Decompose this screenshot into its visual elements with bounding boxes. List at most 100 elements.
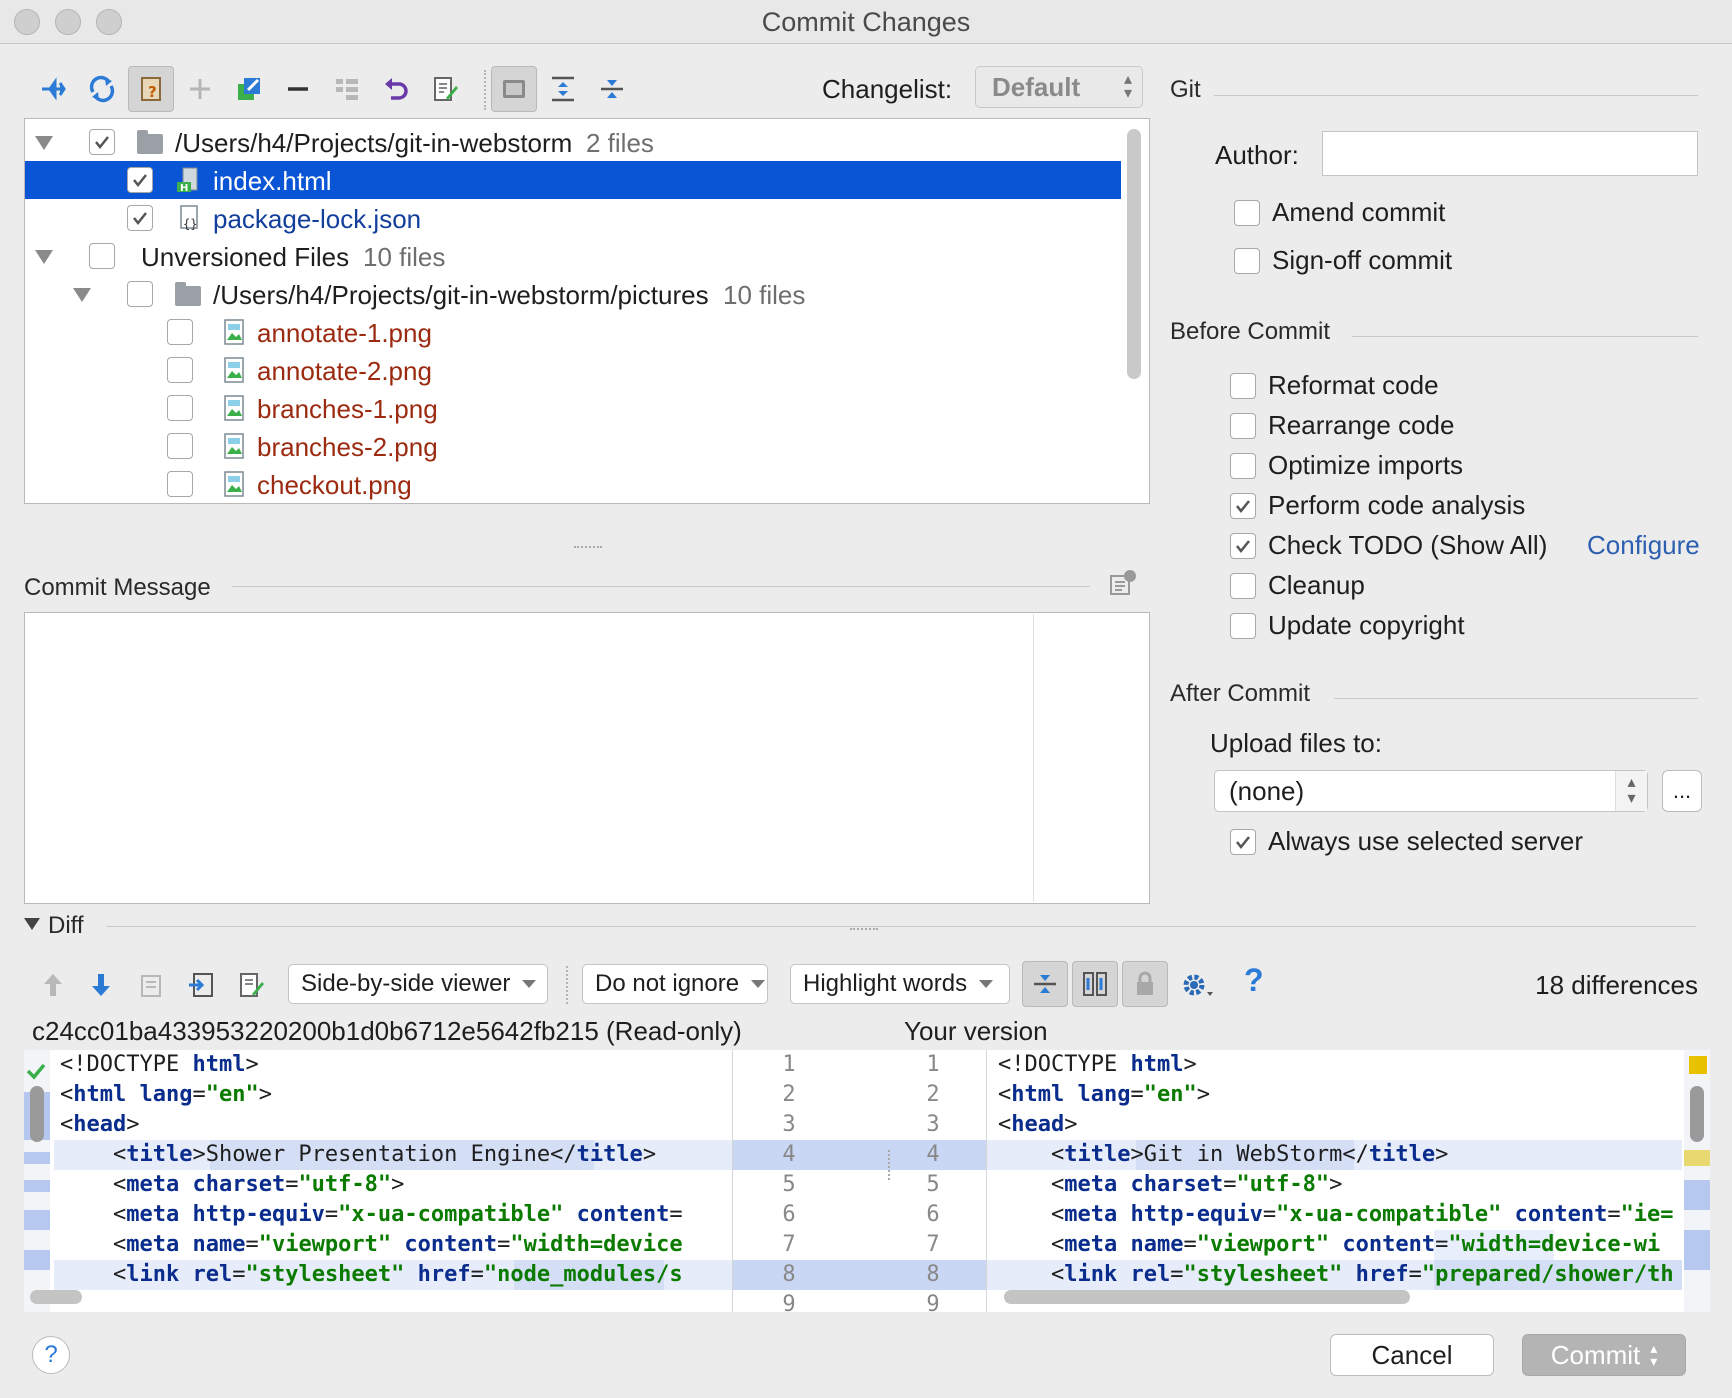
tree-item-checkbox[interactable] [167,357,193,383]
after-commit-label: After Commit [1170,680,1311,707]
cancel-button[interactable]: Cancel [1330,1334,1494,1376]
ignore-whitespace-select[interactable]: Do not ignore [582,964,768,1004]
before-commit-option[interactable]: Reformat code [1230,370,1439,401]
help-question-icon[interactable]: ? [1244,962,1264,999]
diff-viewer[interactable]: <!DOCTYPE html> <html lang="en"> <head> <t… [24,1050,1710,1312]
svg-text:?: ? [148,83,157,101]
left-scroll-thumb[interactable] [30,1086,44,1142]
remove-icon[interactable] [275,66,321,112]
diff-splitter-handle[interactable] [850,928,878,934]
help-button[interactable]: ? [32,1336,70,1374]
before-commit-option[interactable]: Perform code analysis [1230,490,1525,521]
before-commit-checkbox[interactable] [1230,452,1256,479]
left-line-number: 8 [782,1262,796,1287]
tree-item-count: 2 files [586,128,654,158]
left-line-number: 5 [782,1172,796,1197]
tree-row[interactable]: /Users/h4/Projects/git-in-webstorm 2 file… [25,123,1121,161]
pin-icon[interactable] [30,66,76,112]
tree-row[interactable]: branches-1.png [25,389,1121,427]
upload-server-select[interactable]: (none) ▴ ▾ [1214,770,1648,812]
signoff-commit-checkbox[interactable] [1234,247,1260,274]
tree-row[interactable]: Hindex.html [25,161,1121,199]
tree-row[interactable]: {} package-lock.json [25,199,1121,237]
move-to-changelist-icon[interactable] [226,66,272,112]
browse-servers-button[interactable]: ... [1662,770,1702,812]
collapse-unchanged-icon[interactable] [1022,961,1068,1007]
before-commit-option[interactable]: Check TODO (Show All) [1230,530,1547,561]
edit-source-icon[interactable] [422,66,468,112]
tree-row[interactable]: /Users/h4/Projects/git-in-webstorm/pictu… [25,275,1121,313]
tree-row[interactable]: annotate-2.png [25,351,1121,389]
compare-files-icon[interactable] [136,970,166,1007]
chevron-down-icon [522,980,537,988]
amend-commit-option[interactable]: Amend commit [1234,197,1445,228]
signoff-commit-option[interactable]: Sign-off commit [1234,245,1452,276]
before-commit-checkbox[interactable] [1230,612,1256,639]
tree-item-checkbox[interactable] [167,471,193,497]
group-by-icon[interactable] [324,66,370,112]
jump-to-source-icon[interactable] [186,970,216,1007]
splitter-handle[interactable] [574,546,602,552]
before-commit-checkbox[interactable] [1230,572,1256,599]
previous-difference-icon[interactable] [38,970,68,1007]
chevron-down-icon [751,980,766,988]
tree-row[interactable]: annotate-1.png [25,313,1121,351]
viewer-mode-select[interactable]: Side-by-side viewer [288,964,548,1004]
expand-triangle-icon[interactable] [35,250,53,264]
diff-divider-handle[interactable] [888,1150,896,1180]
configure-link[interactable]: Configure [1587,530,1700,561]
highlight-mode-select[interactable]: Highlight words [790,964,1010,1004]
amend-commit-checkbox[interactable] [1234,199,1260,226]
add-icon[interactable] [177,66,223,112]
expand-all-icon[interactable] [540,66,586,112]
tree-item-checkbox[interactable] [167,433,193,459]
tree-item-checkbox[interactable] [127,205,153,231]
right-line-number: 2 [926,1082,940,1107]
lock-icon[interactable] [1122,961,1168,1007]
before-commit-checkbox[interactable] [1230,412,1256,439]
tree-item-checkbox[interactable] [127,167,153,193]
before-commit-option[interactable]: Cleanup [1230,570,1365,601]
tree-item-checkbox[interactable] [89,243,115,269]
edit-file-icon[interactable] [236,970,266,1007]
right-hscrollbar[interactable] [1004,1290,1410,1304]
commit-message-label: Commit Message [24,574,211,601]
author-input[interactable] [1322,131,1698,176]
before-commit-option[interactable]: Rearrange code [1230,410,1454,441]
expand-triangle-icon[interactable] [73,288,91,302]
sync-scroll-icon[interactable] [1072,961,1118,1007]
tree-item-checkbox[interactable] [167,395,193,421]
right-scroll-thumb[interactable] [1690,1086,1704,1142]
diff-collapse-icon[interactable] [24,918,40,930]
preview-diff-icon[interactable] [491,66,537,112]
show-unversioned-icon[interactable]: ? [128,66,174,112]
settings-gear-icon[interactable] [1180,970,1214,1007]
commit-message-input[interactable] [24,612,1150,904]
always-use-server-checkbox[interactable] [1230,828,1256,855]
collapse-all-icon[interactable] [589,66,635,112]
before-commit-checkbox[interactable] [1230,492,1256,519]
before-commit-checkbox[interactable] [1230,372,1256,399]
message-history-icon[interactable] [1108,568,1138,605]
before-commit-checkbox[interactable] [1230,532,1256,559]
tree-item-checkbox[interactable] [127,281,153,307]
left-line-number: 1 [782,1052,796,1077]
tree-row[interactable]: checkout.png [25,465,1121,503]
tree-row[interactable]: branches-2.png [25,427,1121,465]
tree-item-checkbox[interactable] [167,319,193,345]
before-commit-option[interactable]: Optimize imports [1230,450,1463,481]
refresh-icon[interactable] [79,66,125,112]
expand-triangle-icon[interactable] [35,136,53,150]
check-ok-icon [26,1056,46,1087]
left-hscrollbar[interactable] [30,1290,82,1304]
before-commit-option[interactable]: Update copyright [1230,610,1465,641]
commit-button[interactable]: Commit ▴ ▾ [1522,1334,1686,1376]
rollback-icon[interactable] [373,66,419,112]
tree-row[interactable]: Unversioned Files 10 files [25,237,1121,275]
changes-tree[interactable]: /Users/h4/Projects/git-in-webstorm 2 file… [24,118,1150,504]
always-use-server-option[interactable]: Always use selected server [1230,826,1583,857]
tree-scrollbar[interactable] [1127,129,1141,379]
tree-item-checkbox[interactable] [89,129,115,155]
next-difference-icon[interactable] [86,970,116,1007]
changelist-select[interactable]: Default ▴ ▾ [975,66,1143,108]
